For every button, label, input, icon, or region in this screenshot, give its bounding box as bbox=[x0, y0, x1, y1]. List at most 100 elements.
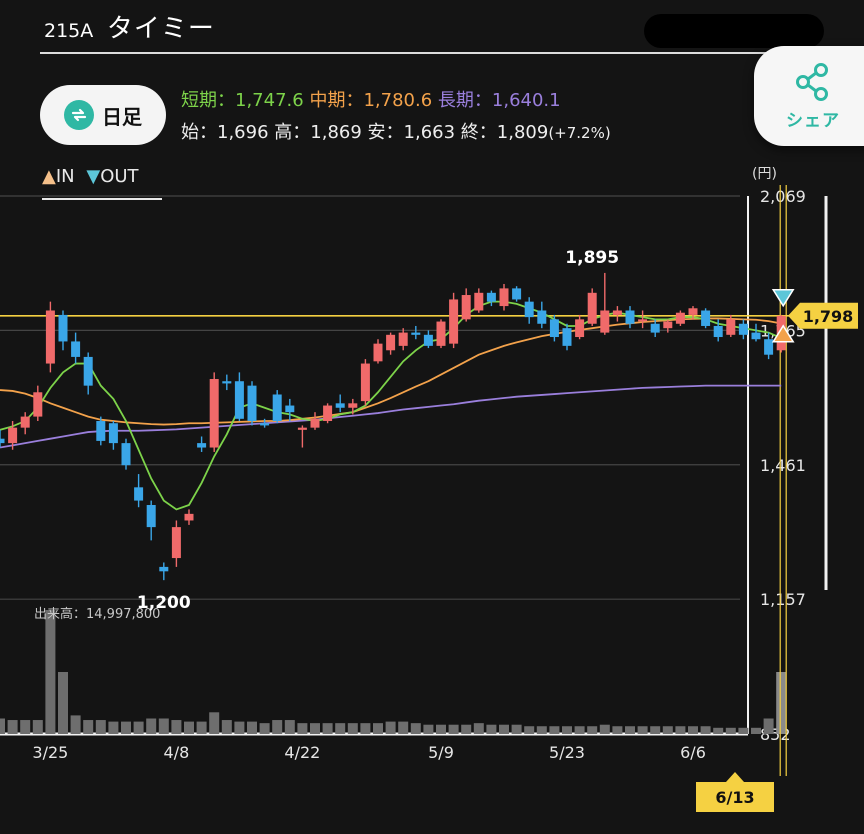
volume-bar bbox=[398, 721, 409, 734]
candle-body bbox=[701, 310, 711, 326]
volume-bar bbox=[423, 724, 434, 734]
candle bbox=[612, 306, 622, 322]
candle-body bbox=[713, 325, 723, 338]
out-marker-icon bbox=[771, 289, 795, 308]
current-price-tag: 1,798 bbox=[788, 302, 858, 329]
volume-bar bbox=[360, 723, 371, 734]
candle bbox=[675, 310, 685, 326]
volume-bar bbox=[70, 715, 81, 734]
volume-bar bbox=[410, 723, 421, 734]
candle-body bbox=[108, 423, 118, 444]
ma-long-legend: 長期：1,640.1 bbox=[437, 90, 561, 111]
candle-body bbox=[436, 321, 446, 346]
volume-bar bbox=[196, 721, 207, 734]
candle-body bbox=[461, 295, 471, 320]
period-toggle-button[interactable]: 日足 bbox=[40, 85, 166, 145]
volume-bar bbox=[221, 720, 232, 734]
candle-body bbox=[83, 356, 93, 386]
candle bbox=[537, 301, 547, 329]
candle-body bbox=[474, 292, 484, 311]
x-tick-label: 6/6 bbox=[680, 743, 706, 762]
volume-bar bbox=[171, 720, 182, 734]
low-annotation: 1,200 bbox=[137, 593, 191, 613]
volume-bar bbox=[637, 726, 648, 734]
candle bbox=[499, 283, 509, 311]
volume-bar bbox=[499, 724, 509, 734]
volume-bar bbox=[675, 726, 686, 734]
candle-body bbox=[260, 423, 270, 426]
candle-body bbox=[638, 319, 648, 322]
x-tick-label: 3/25 bbox=[32, 743, 68, 762]
candle bbox=[701, 308, 711, 329]
volume-bar bbox=[751, 727, 761, 734]
candle-body bbox=[650, 323, 660, 333]
candle-body bbox=[764, 339, 774, 355]
candle-body bbox=[146, 505, 156, 528]
candle-body bbox=[310, 418, 320, 428]
volume-bar bbox=[511, 724, 522, 734]
candle-body bbox=[197, 443, 207, 448]
candle-body bbox=[726, 319, 736, 335]
candle bbox=[625, 306, 635, 329]
high-value: 高：1,869 bbox=[274, 122, 362, 143]
volume-bar bbox=[184, 721, 194, 734]
volume-bar bbox=[0, 718, 5, 734]
candle bbox=[285, 398, 295, 422]
candle-body bbox=[512, 288, 522, 300]
candle bbox=[222, 374, 232, 391]
candle-body bbox=[360, 363, 370, 402]
share-button[interactable]: シェア bbox=[754, 46, 864, 146]
candle-body bbox=[411, 332, 421, 335]
candle-body bbox=[71, 341, 81, 357]
candle-body bbox=[20, 416, 30, 428]
volume-bar bbox=[738, 727, 749, 734]
current-price-label: 1,798 bbox=[803, 307, 854, 326]
current-date-badge: 6/13 bbox=[696, 772, 774, 812]
current-date-label: 6/13 bbox=[715, 788, 754, 807]
candle-body bbox=[323, 405, 333, 422]
candle-body bbox=[33, 392, 43, 417]
close-value: 終：1,809 bbox=[460, 122, 549, 143]
volume-bar bbox=[146, 718, 157, 734]
volume-bar bbox=[158, 718, 169, 734]
swap-icon bbox=[64, 100, 94, 130]
candle bbox=[83, 352, 93, 395]
volume-bar bbox=[234, 721, 245, 734]
ohlc-summary: 始：1,696 高：1,869 安：1,663 終：1,809(+7.2%) bbox=[181, 118, 611, 144]
candle-body bbox=[45, 310, 55, 364]
candle-body bbox=[549, 319, 559, 338]
volume-bar bbox=[562, 726, 572, 734]
candle-body bbox=[423, 334, 433, 346]
candle bbox=[134, 474, 144, 508]
volume-bar bbox=[725, 727, 736, 734]
candle-body bbox=[335, 403, 345, 408]
volume-bar bbox=[58, 672, 68, 734]
candle bbox=[398, 328, 408, 351]
candle-body bbox=[247, 385, 257, 422]
open-value: 始：1,696 bbox=[181, 122, 269, 143]
volume-bar bbox=[436, 724, 446, 734]
candle bbox=[461, 288, 471, 322]
candle-body bbox=[386, 334, 396, 351]
redacted-area bbox=[644, 14, 824, 48]
volume-bar bbox=[549, 726, 560, 734]
volume-bar bbox=[536, 726, 547, 734]
candle-body bbox=[96, 421, 106, 441]
candle bbox=[234, 372, 244, 422]
change-percent: (+7.2%) bbox=[548, 124, 611, 142]
candle bbox=[449, 292, 459, 349]
volume-bar bbox=[662, 726, 673, 734]
candle-body bbox=[751, 332, 761, 340]
low-value: 安：1,663 bbox=[367, 122, 456, 143]
header-divider bbox=[40, 52, 788, 54]
volume-bar bbox=[247, 721, 257, 734]
volume-bar bbox=[448, 724, 459, 734]
period-toggle-label: 日足 bbox=[102, 104, 142, 129]
candle-body bbox=[663, 321, 673, 329]
candle-body bbox=[562, 328, 572, 346]
candle bbox=[549, 314, 559, 342]
candle bbox=[436, 319, 446, 349]
volume-bar bbox=[95, 720, 106, 734]
price-chart[interactable]: 2,0691,7651,4611,1578523/254/84/225/95/2… bbox=[0, 150, 864, 834]
candle bbox=[638, 310, 648, 329]
